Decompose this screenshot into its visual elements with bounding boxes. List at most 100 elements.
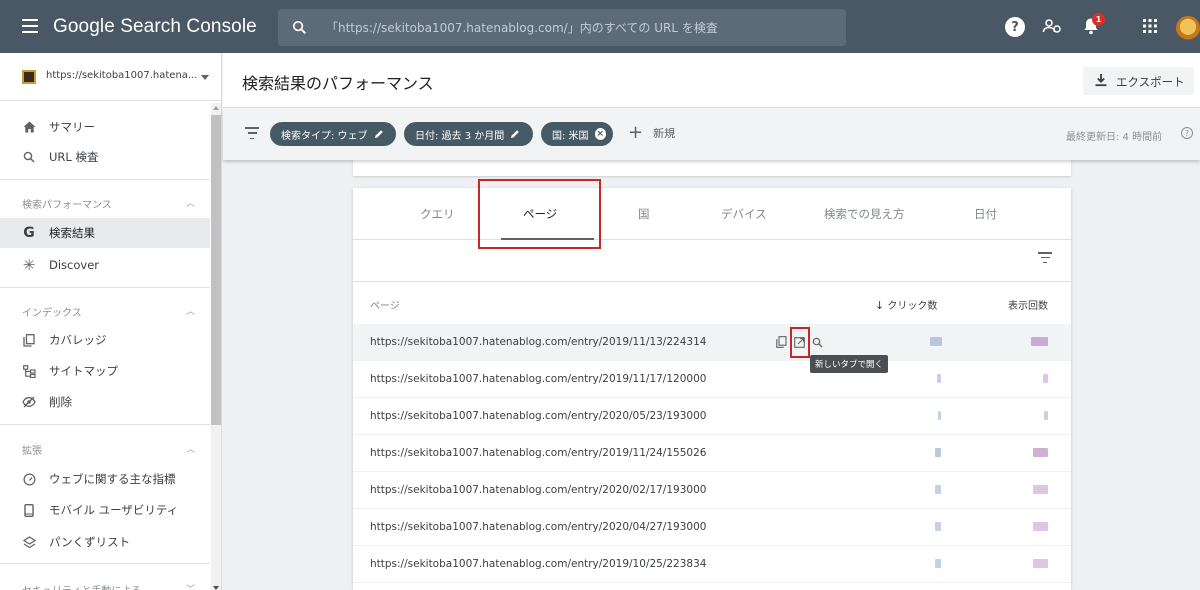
filter-chip-date[interactable]: 日付: 過去 3 か月間 [404,122,533,146]
notification-badge: 1 [1092,13,1105,26]
filter-chip-search-type[interactable]: 検索タイプ: ウェブ [270,122,396,146]
section-title: 拡張 [22,446,42,457]
sidebar-item-sitemaps[interactable]: サイトマップ [0,356,210,386]
tab-dates[interactable]: 日付 [974,206,997,222]
sidebar-item-removals[interactable]: 削除 [0,387,210,417]
sidebar-item-summary[interactable]: サマリー [0,112,210,142]
impressions-value-redacted [1031,337,1048,346]
chip-label: 検索タイプ: ウェブ [281,130,368,142]
sidebar-item-label: モバイル ユーザビリティ [49,503,179,517]
download-icon [1095,74,1107,87]
table-row[interactable]: https://sekitoba1007.hatenablog.com/entr… [353,435,1071,472]
row-page-url: https://sekitoba1007.hatenablog.com/entr… [370,484,707,496]
home-icon [22,120,36,134]
top-app-bar: Google Search Console ? 1 [0,0,1200,53]
tab-queries[interactable]: クエリ [420,206,455,222]
collapse-chevron-icon: ︿ [186,445,196,455]
account-avatar[interactable] [1176,16,1200,40]
sidebar-item-label: サマリー [49,120,95,134]
app-title[interactable]: Google Search Console [53,16,257,38]
impressions-value-redacted [1043,374,1048,383]
column-header-impressions[interactable]: 表示回数 [1008,297,1048,312]
impressions-value-redacted [1033,485,1048,494]
table-row[interactable]: https://sekitoba1007.hatenablog.com/entr… [353,398,1071,435]
table-filter-icon[interactable] [1038,252,1052,263]
clicks-value-redacted [935,559,941,568]
column-header-clicks-sort[interactable]: ↓ クリック数 [875,297,937,312]
row-page-url: https://sekitoba1007.hatenablog.com/entr… [370,521,707,533]
property-dropdown-caret-icon [201,75,209,80]
main-menu-icon[interactable] [22,19,38,33]
clicks-value-redacted [935,448,941,457]
section-title: インデックス [22,308,82,319]
tab-countries[interactable]: 国 [638,206,650,222]
manage-users-icon[interactable] [1041,15,1063,37]
new-filter-button[interactable]: + 新規 [628,122,675,143]
discover-asterisk-icon: ✳ [22,256,36,274]
property-favicon [22,70,36,84]
chip-label: 日付: 過去 3 か月間 [415,130,505,142]
sidebar-item-discover[interactable]: ✳ Discover [0,250,210,280]
edit-pencil-icon[interactable] [374,129,384,139]
apps-grid-icon[interactable] [1139,15,1161,37]
sidebar-scrollbar-thumb[interactable] [211,115,221,425]
export-label: エクスポート [1116,75,1185,89]
inspect-url-search-icon[interactable] [810,335,824,349]
export-button[interactable]: エクスポート [1083,67,1194,95]
tab-devices[interactable]: デバイス [721,206,767,222]
sidebar: https://sekitoba1007.hatena... サマリー URL … [0,53,222,590]
impressions-value-redacted [1033,559,1048,568]
sidebar-item-label: カバレッジ [49,333,107,347]
sidebar-divider [0,179,210,180]
sidebar-item-mobile-usability[interactable]: モバイル ユーザビリティ [0,495,210,525]
copy-url-icon[interactable] [774,335,788,349]
table-row[interactable]: https://sekitoba1007.hatenablog.com/entr… [353,472,1071,509]
scroll-up-arrow-icon[interactable] [213,106,219,110]
row-page-url: https://sekitoba1007.hatenablog.com/entr… [370,558,707,570]
sidebar-item-url-inspection[interactable]: URL 検査 [0,142,210,172]
coverage-icon [22,333,36,347]
clicks-value-redacted [935,485,941,494]
open-in-new-tab-icon[interactable] [792,335,806,349]
layers-icon [22,535,36,549]
table-row[interactable]: https://sekitoba1007.hatenablog.com/entr… [353,546,1071,583]
page-title: 検索結果のパフォーマンス [242,74,434,93]
tab-search-appearance[interactable]: 検索での見え方 [824,206,905,222]
section-enhancements[interactable]: 拡張 ︿ [0,433,210,463]
property-selector[interactable]: https://sekitoba1007.hatena... [0,53,222,101]
help-circle-icon[interactable]: ? [1181,127,1193,139]
google-g-icon: G [23,225,35,241]
url-inspection-input[interactable] [326,9,836,46]
page-header: 検索結果のパフォーマンス エクスポート [223,53,1200,108]
filter-bar: 検索タイプ: ウェブ 日付: 過去 3 か月間 国: 米国 × + 新規 最終更… [223,108,1200,160]
removals-icon [22,395,36,409]
section-index[interactable]: インデックス ︿ [0,295,210,325]
sidebar-item-label: パンくずリスト [49,535,131,549]
remove-filter-close-icon[interactable]: × [594,128,606,140]
sidebar-divider [0,563,210,564]
sidebar-item-breadcrumbs[interactable]: パンくずリスト [0,527,210,557]
tab-pages[interactable]: ページ [523,206,557,222]
url-inspection-search[interactable] [278,9,846,46]
section-security-manual-actions[interactable]: セキュリティと手動による ﹀ [0,573,210,590]
search-icon [22,150,36,164]
sidebar-item-core-web-vitals[interactable]: ウェブに関する主な指標 [0,464,210,494]
sidebar-item-search-results[interactable]: G 検索結果 [0,218,210,248]
help-icon[interactable]: ? [1005,17,1025,37]
plus-icon: + [628,122,644,143]
open-new-tab-tooltip: 新しいタブで開く [810,355,889,373]
section-title: 検索パフォーマンス [22,200,112,211]
table-row[interactable]: https://sekitoba1007.hatenablog.com/entr… [353,361,1071,398]
edit-pencil-icon[interactable] [510,129,520,139]
clicks-value-redacted [938,411,941,420]
sidebar-item-coverage[interactable]: カバレッジ [0,325,210,355]
table-row[interactable]: https://sekitoba1007.hatenablog.com/entr… [353,324,1071,361]
section-search-performance[interactable]: 検索パフォーマンス ︿ [0,187,210,217]
impressions-value-redacted [1033,522,1048,531]
impressions-value-redacted [1044,411,1048,420]
table-row[interactable]: https://sekitoba1007.hatenablog.com/entr… [353,509,1071,546]
filter-chip-country[interactable]: 国: 米国 × [541,122,613,146]
gauge-icon [22,472,36,486]
scroll-down-arrow-icon[interactable] [213,586,219,590]
filter-list-icon[interactable] [245,127,259,139]
